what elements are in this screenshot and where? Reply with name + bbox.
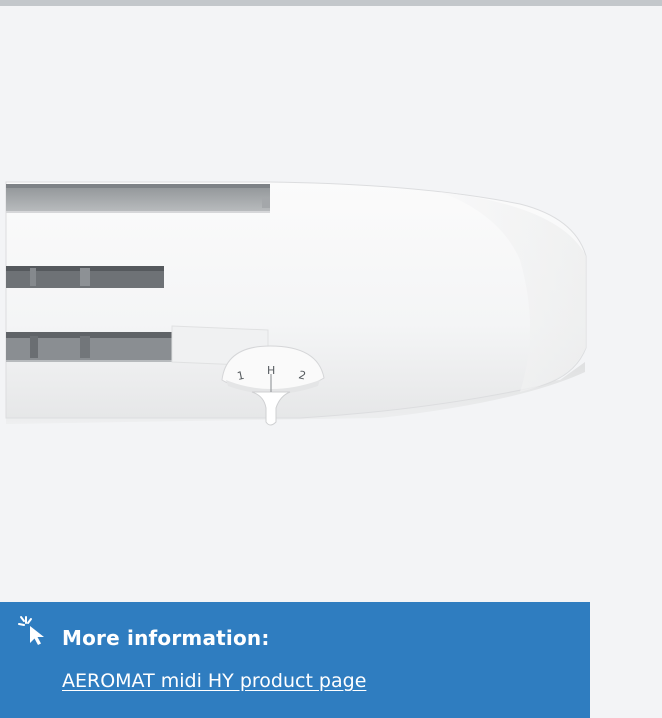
info-heading: More information: — [62, 626, 270, 650]
product-page-link[interactable]: AEROMAT midi HY product page — [62, 670, 366, 692]
dial-label-h: H — [267, 364, 275, 377]
product-image: 1 H 2 — [5, 181, 587, 426]
info-box: More information: AEROMAT midi HY produc… — [0, 602, 590, 718]
cursor-click-icon — [18, 616, 44, 645]
top-slot — [6, 184, 270, 212]
